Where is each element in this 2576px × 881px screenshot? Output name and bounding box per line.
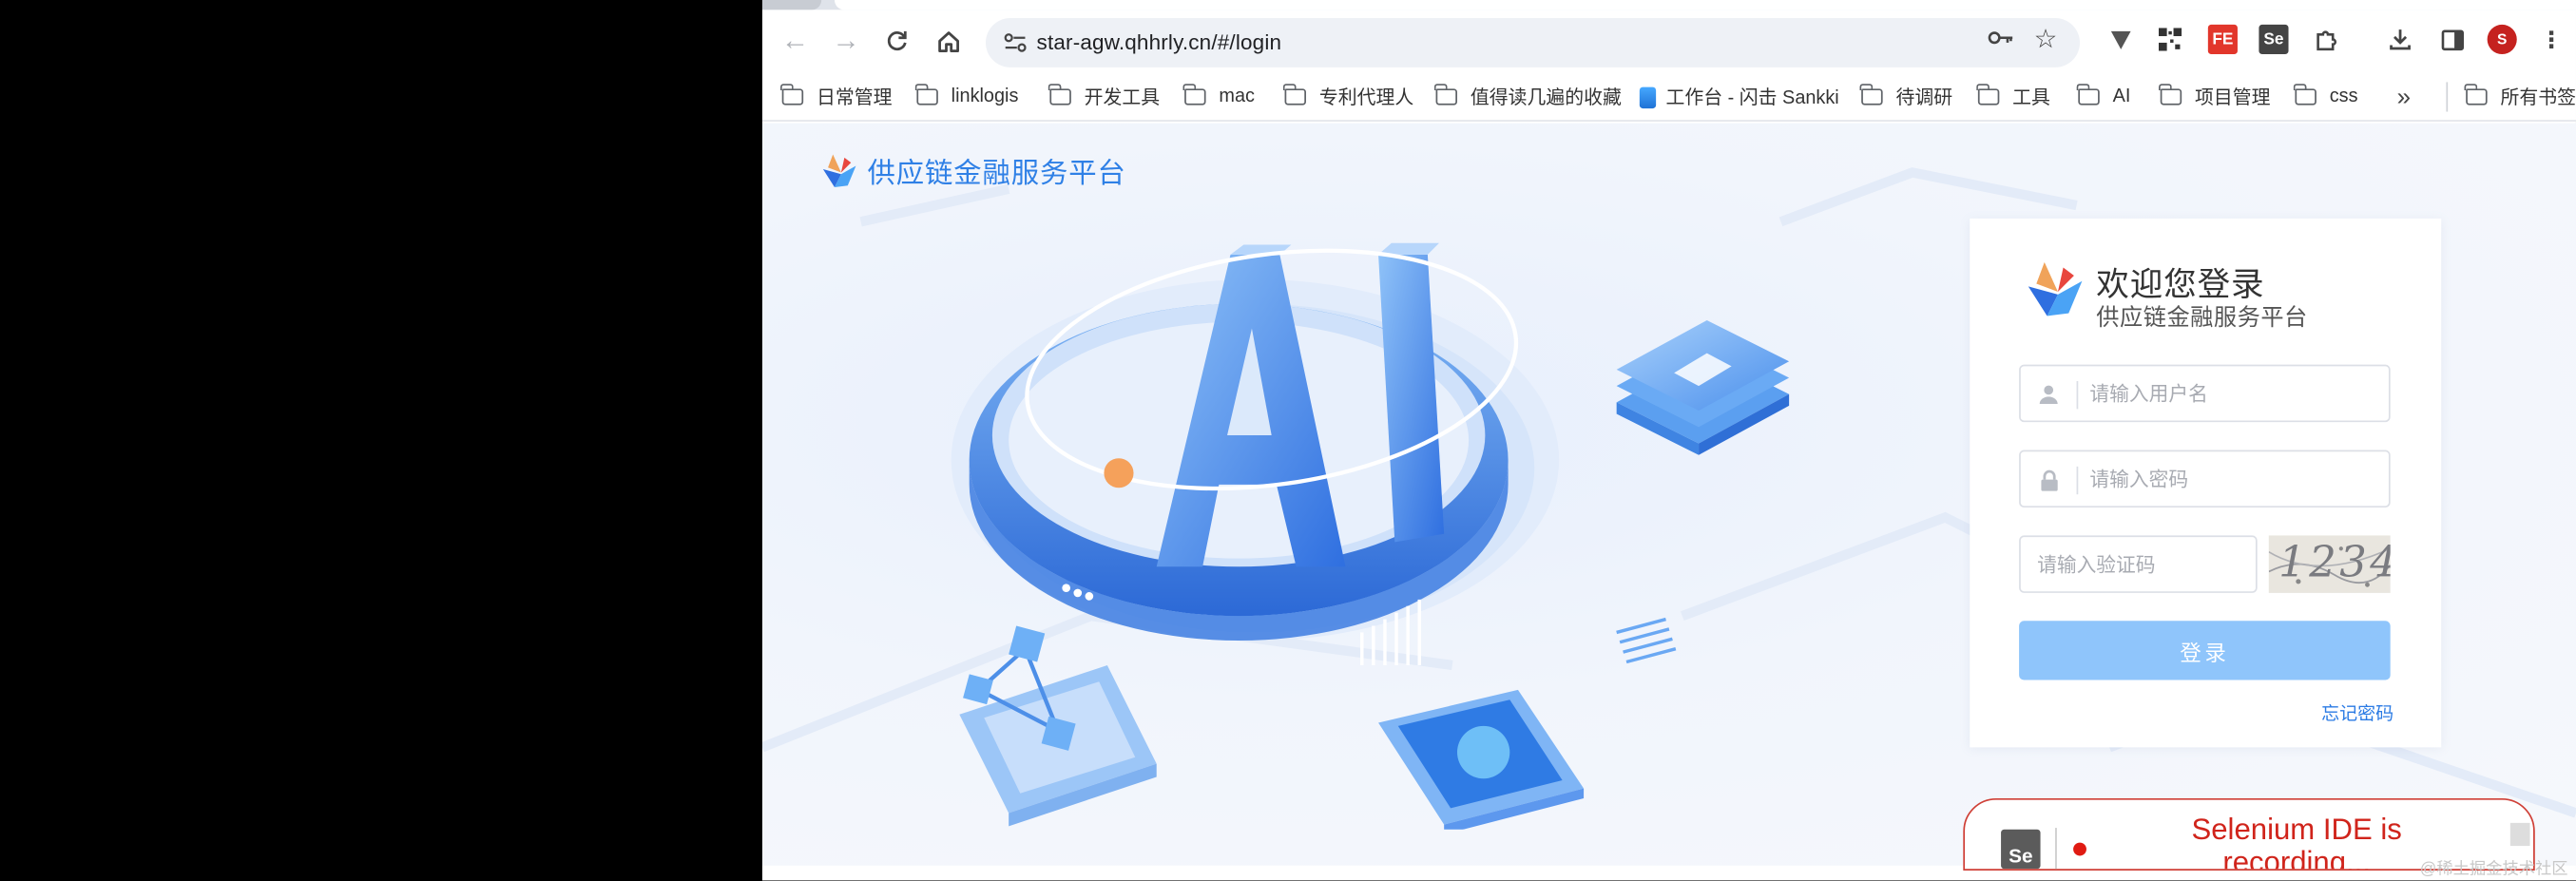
download-icon[interactable] (2385, 25, 2414, 54)
forgot-password-link[interactable]: 忘记密码 (2321, 699, 2393, 726)
forward-arrow-icon[interactable]: → (823, 18, 869, 64)
field-divider (2076, 466, 2079, 495)
password-input[interactable] (2089, 453, 2379, 505)
bookmarks-overflow-button[interactable]: » (2397, 82, 2411, 111)
fe-helper-extension-icon[interactable]: FE (2207, 24, 2238, 55)
captcha-code: 1234 (2278, 538, 2391, 588)
back-arrow-icon[interactable]: ← (772, 18, 817, 64)
folder-icon (915, 84, 938, 105)
bookmark-link[interactable]: 工作台 - 闪击 Sankki (1639, 82, 1839, 111)
bookmark-folder[interactable]: linklogis (915, 82, 1018, 111)
bookmark-folder[interactable]: 项目管理 (2159, 82, 2271, 111)
captcha-field[interactable] (2019, 535, 2258, 593)
address-bar[interactable]: star-agw.qhhrly.cn/#/login ☆ (985, 18, 2081, 67)
profile-avatar[interactable]: S (2487, 24, 2517, 55)
folder-icon (1283, 84, 1306, 105)
qr-code-extension-icon[interactable] (2156, 25, 2185, 54)
bookmark-folder[interactable]: 开发工具 (1048, 82, 1160, 111)
folder-icon (1976, 84, 2000, 105)
field-divider (2076, 380, 2079, 410)
user-icon (2037, 381, 2060, 408)
bookmark-folder[interactable]: 日常管理 (780, 82, 892, 111)
folder-icon (1434, 84, 1458, 105)
brand-header: 供应链金融服务平台 (821, 149, 1126, 190)
side-panel-icon[interactable] (2438, 25, 2468, 54)
selenium-extension-icon[interactable]: Se (2259, 24, 2289, 55)
desktop-black-area (0, 0, 762, 881)
sankki-favicon-icon (1639, 86, 1657, 108)
login-page: 供应链金融服务平台 欢迎您登录 供应链金融服务平台 请输入用户名 请输入验证码 … (761, 123, 2576, 866)
brand-logo-icon (822, 153, 856, 187)
login-card: 欢迎您登录 供应链金融服务平台 请输入用户名 请输入验证码 1234 登录 忘记… (1970, 218, 2442, 748)
bookmarks-bar: 日常管理 linklogis 开发工具 mac 专利代理人 值得读几遍的收藏 工… (761, 72, 2576, 122)
username-field[interactable] (2019, 364, 2391, 423)
watermark: @稀土掘金技术社区 (2419, 860, 2568, 879)
bookmark-folder[interactable]: 专利代理人 (1283, 82, 1413, 111)
vivaldi-extension-icon[interactable] (2106, 25, 2136, 54)
ai-illustration: AI (951, 242, 1790, 830)
login-button[interactable]: 登录 (2019, 621, 2391, 680)
welcome-heading: 欢迎您登录 (2096, 267, 2265, 304)
password-key-icon[interactable] (1988, 25, 2014, 51)
folder-icon (1860, 84, 1883, 105)
selenium-logo-icon: Se (2001, 829, 2041, 870)
all-bookmarks-folder[interactable]: 所有书签 (2465, 82, 2576, 111)
bookmark-folder[interactable]: 待调研 (1860, 82, 1952, 111)
browser-toolbar: ← → star-agw.qhhrly.cn/#/login ☆ FE Se S… (761, 10, 2576, 73)
inactive-tab-edge[interactable] (761, 0, 822, 10)
bookmarks-divider (2446, 82, 2449, 112)
home-icon[interactable] (925, 18, 971, 64)
menu-kebab-icon[interactable]: ⋮ (2536, 25, 2566, 54)
folder-icon (2465, 84, 2488, 105)
banner-scrollbar[interactable] (2509, 822, 2530, 847)
recording-dot-icon (2073, 842, 2086, 856)
tab-strip (761, 0, 2576, 10)
captcha-image[interactable]: 1234 (2268, 535, 2391, 593)
bookmark-star-icon[interactable]: ☆ (2034, 23, 2058, 56)
browser-window: ← → star-agw.qhhrly.cn/#/login ☆ FE Se S… (761, 0, 2576, 881)
folder-icon (2159, 84, 2182, 105)
folder-icon (1048, 84, 1071, 105)
brand-title: 供应链金融服务平台 (867, 157, 1126, 189)
welcome-subtitle: 供应链金融服务平台 (2096, 303, 2308, 331)
lock-icon (2037, 467, 2060, 493)
bookmark-folder[interactable]: 值得读几遍的收藏 (1434, 82, 1622, 111)
bookmark-folder[interactable]: 工具 (1976, 82, 2050, 111)
folder-icon (2294, 84, 2316, 105)
captcha-input[interactable] (2037, 538, 2248, 590)
active-tab-edge[interactable] (834, 0, 2576, 10)
username-input[interactable] (2089, 368, 2379, 419)
password-field[interactable] (2019, 450, 2391, 508)
site-info-icon[interactable] (995, 23, 1034, 62)
card-logo-icon (2028, 261, 2083, 316)
folder-icon (780, 84, 804, 105)
bookmark-folder[interactable]: mac (1183, 82, 1255, 111)
url-text[interactable]: star-agw.qhhrly.cn/#/login (1037, 29, 1282, 54)
bookmark-folder[interactable]: css (2294, 82, 2358, 111)
banner-divider (2055, 828, 2057, 870)
folder-icon (1183, 84, 1206, 105)
extensions-puzzle-icon[interactable] (2312, 25, 2341, 54)
bookmark-folder[interactable]: AI (2077, 82, 2130, 111)
folder-icon (2077, 84, 2100, 105)
reload-icon[interactable] (874, 18, 919, 64)
